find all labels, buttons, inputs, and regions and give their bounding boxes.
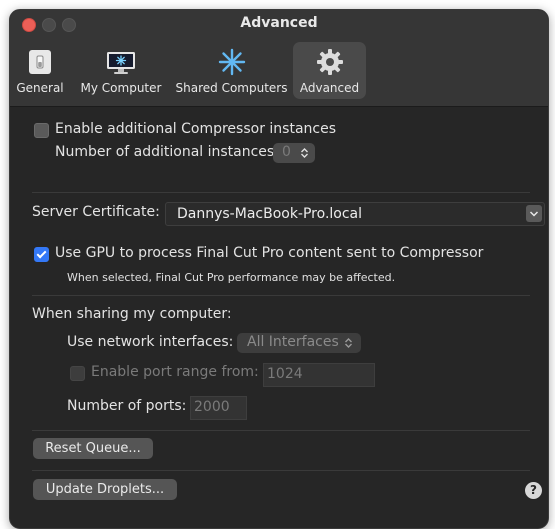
tab-my-computer-label: My Computer: [80, 81, 162, 95]
server-certificate-value: Dannys-MacBook-Pro.local: [177, 206, 363, 222]
use-gpu-checkbox[interactable]: [34, 247, 49, 262]
separator: [32, 192, 530, 193]
port-range-label: Enable port range from:: [91, 364, 259, 380]
up-down-arrows-icon: [345, 338, 352, 348]
port-range-checkbox[interactable]: [70, 366, 85, 381]
window-title: Advanced: [240, 15, 318, 31]
server-certificate-label: Server Certificate:: [32, 204, 160, 220]
enable-instances-checkbox[interactable]: [34, 123, 49, 138]
network-interfaces-label: Use network interfaces:: [67, 334, 234, 350]
instances-count-value: 0: [282, 144, 291, 160]
enable-instances-label: Enable additional Compressor instances: [55, 121, 337, 137]
toolbar: Advanced General My Computer Shared Comp…: [10, 10, 548, 107]
number-of-ports-value: 2000: [194, 399, 230, 415]
tab-advanced[interactable]: Advanced: [293, 42, 366, 99]
tab-shared-computers-label: Shared Computers: [175, 81, 288, 95]
help-button[interactable]: ?: [525, 482, 542, 499]
update-droplets-button[interactable]: Update Droplets...: [33, 479, 177, 500]
general-switch-icon: [29, 50, 51, 74]
use-gpu-label: Use GPU to process Final Cut Pro content…: [55, 245, 484, 261]
tab-shared-computers[interactable]: Shared Computers: [173, 42, 290, 99]
port-range-value: 1024: [267, 366, 303, 382]
my-computer-icon: [107, 52, 135, 74]
popup-arrow-button[interactable]: [526, 205, 542, 222]
shared-computers-icon: [218, 48, 245, 76]
sharing-heading: When sharing my computer:: [32, 306, 232, 322]
tab-general-label: General: [16, 81, 64, 95]
up-down-arrows-icon: [301, 148, 308, 158]
port-range-field[interactable]: 1024: [263, 363, 375, 387]
chevron-down-icon: [529, 211, 539, 217]
instances-stepper[interactable]: 0: [273, 143, 315, 163]
number-of-ports-label: Number of ports:: [67, 398, 187, 414]
network-interfaces-popup[interactable]: All Interfaces: [237, 333, 361, 353]
reset-queue-button[interactable]: Reset Queue...: [33, 438, 153, 459]
preferences-window: Advanced General My Computer Shared Comp…: [9, 9, 549, 529]
tab-advanced-label: Advanced: [299, 81, 360, 95]
separator: [32, 295, 530, 296]
tab-my-computer[interactable]: My Computer: [76, 42, 166, 99]
separator: [32, 470, 530, 471]
separator: [32, 430, 530, 431]
instances-count-label: Number of additional instances:: [55, 144, 279, 160]
tab-general[interactable]: General: [10, 42, 70, 99]
network-interfaces-value: All Interfaces: [247, 334, 339, 350]
server-certificate-popup[interactable]: Dannys-MacBook-Pro.local: [165, 202, 545, 226]
gpu-note: When selected, Final Cut Pro performance…: [67, 271, 396, 284]
gear-icon: [316, 49, 343, 75]
number-of-ports-field[interactable]: 2000: [190, 396, 247, 420]
